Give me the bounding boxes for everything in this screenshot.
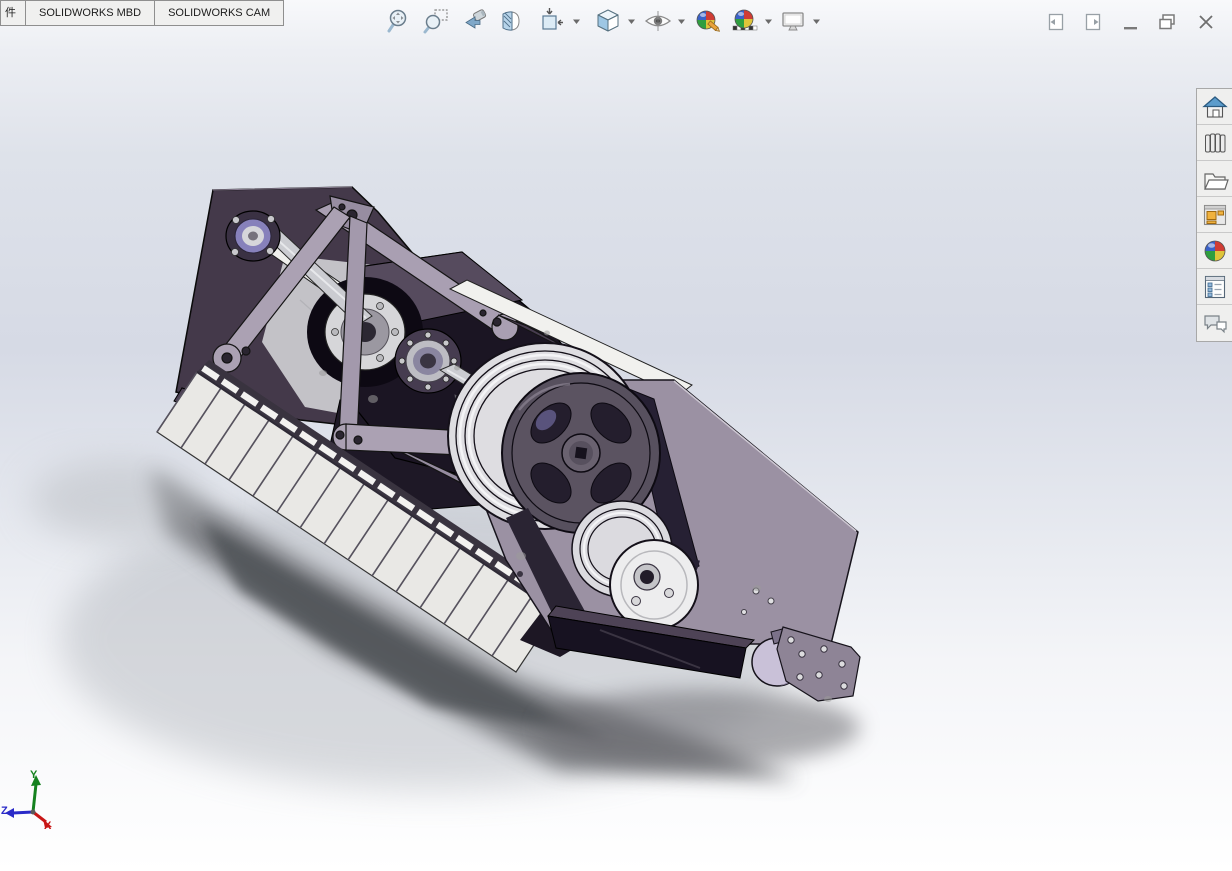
minimize-button[interactable] [1120,10,1142,34]
task-pane [1196,88,1232,342]
appearances-scenes-button[interactable] [1197,233,1232,269]
home-icon [1201,95,1228,118]
display-style-dropdown[interactable] [626,5,637,37]
solidworks-resources-button[interactable] [1197,89,1232,125]
collapse-task-pane-right-button[interactable] [1082,10,1104,34]
palette-icon [1203,204,1226,225]
view-orientation-dropdown[interactable] [571,5,582,37]
design-library-button[interactable] [1197,125,1232,161]
section-view-button[interactable] [497,5,527,37]
hide-show-items-button[interactable] [643,5,673,37]
hide-show-items-dropdown[interactable] [676,5,687,37]
tab-solidworks-cam[interactable]: SOLIDWORKS CAM [154,0,285,26]
restore-button[interactable] [1156,10,1178,34]
view-orientation-button[interactable] [536,5,566,37]
view-settings-button[interactable] [778,5,808,37]
model-flange-bearing-left [225,210,281,262]
properties-form-icon [1204,275,1225,298]
apply-scene-button[interactable] [730,5,760,37]
view-palette-button[interactable] [1197,197,1232,233]
triad-y-label: Y [30,769,38,781]
solidworks-forum-button[interactable] [1197,305,1232,341]
collapse-task-pane-left-button[interactable] [1045,10,1067,34]
triad-x-label: X [44,820,52,832]
books-icon [1204,133,1225,152]
previous-view-button[interactable] [460,5,490,37]
display-style-button[interactable] [593,5,623,37]
tab-addins-partial[interactable]: 件 [0,0,26,26]
apply-scene-dropdown[interactable] [763,5,774,37]
model-flange-bearing-right [394,328,462,394]
custom-properties-button[interactable] [1197,269,1232,305]
chat-bubbles-icon [1203,315,1227,334]
zoom-to-fit-button[interactable] [384,5,414,37]
render-sphere-icon [1204,240,1225,261]
folder-icon [1203,172,1229,190]
command-manager-tabs: 件 SOLIDWORKS MBD SOLIDWORKS CAM [0,0,285,26]
triad-z-label: Z [1,805,8,817]
model-render [30,186,861,790]
solidworks-window: { "command_tabs": { "items": [ { "label"… [0,0,1232,871]
tab-solidworks-mbd[interactable]: SOLIDWORKS MBD [25,0,156,26]
file-explorer-button[interactable] [1197,161,1232,197]
edit-appearance-button[interactable] [693,5,723,37]
close-button[interactable] [1195,10,1217,34]
view-settings-dropdown[interactable] [811,5,822,37]
zoom-to-area-button[interactable] [421,5,451,37]
graphics-viewport[interactable]: Y Z X [0,0,1232,871]
